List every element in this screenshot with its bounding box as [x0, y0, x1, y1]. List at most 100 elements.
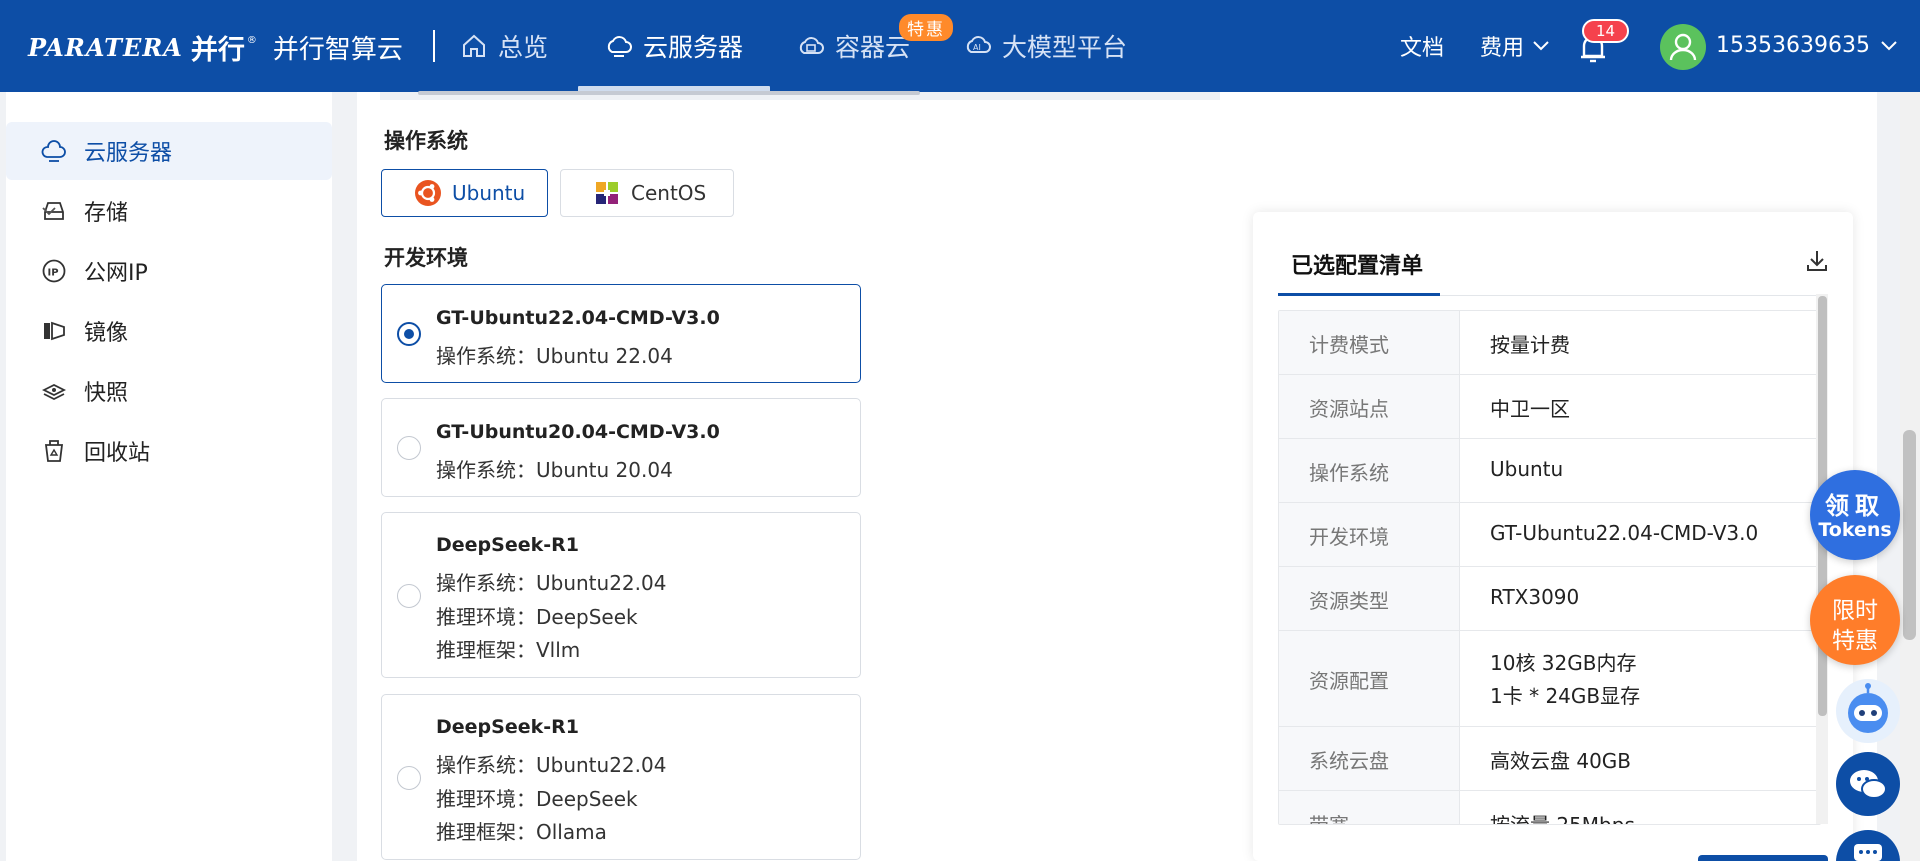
- table-key-cell: 资源类型: [1279, 567, 1460, 630]
- table-key-cell: 系统云盘: [1279, 727, 1460, 790]
- env-detail-line: 操作系统：Ubuntu 20.04: [436, 458, 673, 482]
- home-icon: [463, 34, 485, 57]
- wechat-button[interactable]: [1836, 752, 1900, 816]
- assistant-button[interactable]: [1836, 679, 1900, 743]
- nav-cloud-server-label: 云服务器: [643, 33, 744, 62]
- env-title: GT-Ubuntu22.04-CMD-V3.0: [436, 307, 720, 329]
- env-option[interactable]: GT-Ubuntu22.04-CMD-V3.0 操作系统：Ubuntu 22.0…: [381, 284, 861, 383]
- centos-icon: [596, 182, 618, 204]
- claim-tokens-button[interactable]: 领取 Tokens: [1810, 470, 1900, 560]
- radio-button[interactable]: [397, 436, 421, 460]
- table-value: 1卡 * 24GB显存: [1490, 684, 1641, 708]
- promo-badge: 特惠: [899, 14, 953, 41]
- env-detail-line: 操作系统：Ubuntu22.04: [436, 753, 667, 777]
- claim-tokens-label: 领取: [1825, 492, 1885, 520]
- sidebar-item-public-ip[interactable]: IP 公网IP: [6, 242, 332, 300]
- brand-name: 并行智算云: [272, 35, 403, 65]
- chat-icon: [1850, 770, 1887, 799]
- avatar[interactable]: [1660, 24, 1706, 70]
- table-key: 开发环境: [1309, 525, 1389, 549]
- table-value: RTX3090: [1490, 585, 1580, 609]
- nav-llm-platform[interactable]: AI 大模型平台: [964, 26, 1127, 66]
- horizontal-scroll-thumb[interactable]: [418, 91, 920, 95]
- env-detail-line: 操作系统：Ubuntu 22.04: [436, 344, 673, 368]
- table-row: 资源类型 RTX3090: [1279, 567, 1820, 631]
- user-menu[interactable]: 15353639635: [1716, 33, 1898, 58]
- summary-title: 已选配置清单: [1291, 254, 1424, 279]
- message-button[interactable]: [1836, 830, 1900, 861]
- sidebar-item-label: 快照: [84, 381, 129, 406]
- table-key-cell: 开发环境: [1279, 503, 1460, 566]
- ip-icon: IP: [42, 259, 66, 283]
- sidebar-item-snapshot[interactable]: 快照: [6, 362, 332, 420]
- table-key: 操作系统: [1309, 461, 1389, 485]
- robot-icon: [1848, 683, 1888, 733]
- page-scrollbar-thumb[interactable]: [1903, 430, 1916, 640]
- sidebar-item-cloud-server[interactable]: 云服务器: [6, 122, 332, 180]
- brand-logo-text: PARATERA: [28, 33, 183, 62]
- radio-button[interactable]: [397, 766, 421, 790]
- os-option-ubuntu[interactable]: Ubuntu: [381, 169, 548, 217]
- table-key: 系统云盘: [1309, 749, 1389, 773]
- env-option[interactable]: DeepSeek-R1 操作系统：Ubuntu22.04 推理环境：DeepSe…: [381, 512, 861, 678]
- os-section-title: 操作系统: [384, 129, 468, 153]
- os-option-label: Ubuntu: [452, 181, 526, 205]
- table-key-cell: 资源站点: [1279, 375, 1460, 438]
- radio-button[interactable]: [397, 322, 421, 346]
- snapshot-icon: [41, 383, 67, 401]
- table-key-cell: 计费模式: [1279, 311, 1460, 374]
- env-detail-line: 操作系统：Ubuntu22.04: [436, 571, 667, 595]
- nav-llm-platform-label: 大模型平台: [1002, 33, 1128, 62]
- table-value: Ubuntu: [1490, 457, 1564, 481]
- table-key: 资源类型: [1309, 589, 1389, 613]
- docs-link[interactable]: 文档: [1400, 30, 1444, 62]
- nav-cloud-server[interactable]: 云服务器: [605, 26, 743, 66]
- nav-container-cloud[interactable]: 容器云: [797, 26, 910, 66]
- container-cloud-icon: [799, 37, 824, 54]
- radio-button[interactable]: [397, 584, 421, 608]
- table-value: 中卫一区: [1490, 397, 1570, 421]
- sidebar-item-storage[interactable]: 存储: [6, 182, 332, 240]
- brand-registered-mark: ®: [246, 35, 257, 46]
- top-navbar: PARATERA 并行 ® 并行智算云 总览 云服务器 容器云 特惠 AI 大模…: [0, 0, 1920, 92]
- cloud-server-icon: [607, 36, 632, 57]
- image-icon: [44, 321, 65, 341]
- os-option-centos[interactable]: CentOS: [560, 169, 734, 217]
- summary-action-button[interactable]: [1698, 855, 1828, 861]
- message-icon: [1854, 844, 1882, 861]
- table-key: 资源站点: [1309, 397, 1389, 421]
- header-divider: [433, 30, 435, 62]
- brand-logo[interactable]: PARATERA 并行 ® 并行智算云: [28, 28, 403, 67]
- svg-text:IP: IP: [48, 268, 59, 279]
- sidebar-item-label: 公网IP: [84, 261, 148, 286]
- brand-logo-cn: 并行: [190, 35, 245, 66]
- sidebar-item-label: 云服务器: [84, 141, 173, 166]
- env-option[interactable]: GT-Ubuntu20.04-CMD-V3.0 操作系统：Ubuntu 20.0…: [381, 398, 861, 497]
- summary-table: 计费模式 按量计费 资源站点 中卫一区 操作系统 Ubuntu 开发环境 GT-…: [1278, 310, 1821, 825]
- sidebar-item-label: 镜像: [84, 321, 129, 346]
- notification-badge: 14: [1582, 19, 1630, 43]
- limited-offer-button[interactable]: 限时 特惠: [1810, 575, 1900, 665]
- sidebar-item-recycle-bin[interactable]: 回收站: [6, 422, 332, 480]
- cloud-server-icon: [41, 140, 66, 162]
- table-value: 10核 32GB内存: [1490, 651, 1637, 675]
- env-option[interactable]: DeepSeek-R1 操作系统：Ubuntu22.04 推理环境：DeepSe…: [381, 694, 861, 860]
- svg-text:AI: AI: [973, 43, 981, 52]
- env-detail-line: 推理框架：Ollama: [436, 820, 607, 844]
- download-icon[interactable]: [1806, 249, 1828, 273]
- table-row: 计费模式 按量计费: [1279, 311, 1820, 375]
- table-key: 计费模式: [1309, 333, 1389, 357]
- sidebar-item-image[interactable]: 镜像: [6, 302, 332, 360]
- username: 15353639635: [1716, 33, 1870, 58]
- table-row: 带宽 按流量 25Mbps: [1279, 791, 1820, 824]
- limited-offer-line1: 限时: [1832, 598, 1878, 624]
- nav-overview[interactable]: 总览: [460, 26, 548, 66]
- fees-menu[interactable]: 费用: [1480, 30, 1550, 62]
- radio-dot: [404, 329, 414, 339]
- chevron-down-icon[interactable]: [41, 206, 57, 216]
- table-value: GT-Ubuntu22.04-CMD-V3.0: [1490, 521, 1759, 545]
- table-row: 操作系统 Ubuntu: [1279, 439, 1820, 503]
- table-key: 资源配置: [1309, 669, 1389, 693]
- chevron-down-icon: [1881, 40, 1897, 50]
- ubuntu-icon: [415, 180, 441, 206]
